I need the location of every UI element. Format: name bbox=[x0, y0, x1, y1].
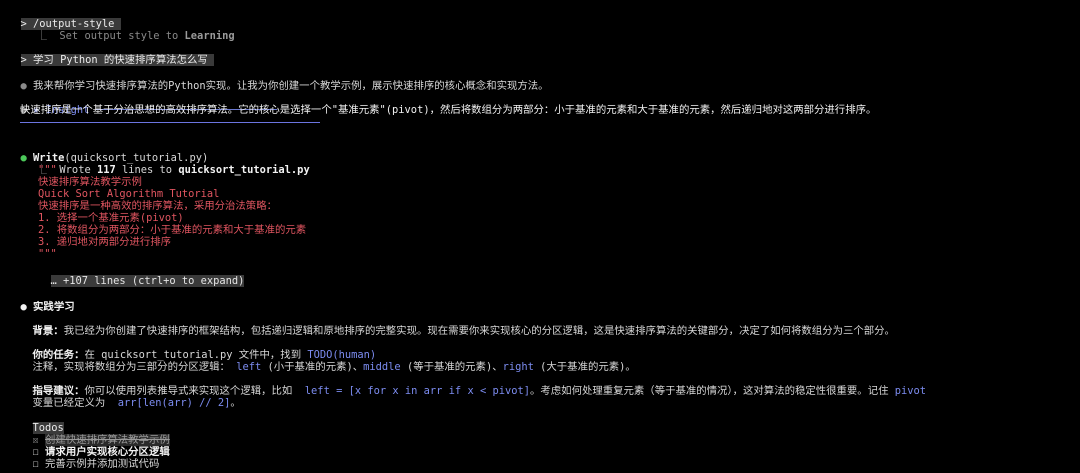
result-count: 117 bbox=[96, 164, 116, 176]
pivot-code: pivot bbox=[894, 385, 927, 397]
todo-item-pending: ☐ 完善示例并添加测试代码 bbox=[20, 446, 160, 470]
command-line-question: > 学习 Python 的快速排序算法怎么写 bbox=[8, 42, 215, 66]
hint-code: left = [x for x in arr if x < pivot] bbox=[304, 385, 531, 397]
command-text: 学习 Python 的快速排序算法怎么写 bbox=[33, 54, 208, 66]
bullet-icon: ● bbox=[20, 80, 27, 92]
todo-text: 完善示例并添加测试代码 bbox=[45, 458, 160, 470]
practice-hint-cont: 变量已经定义为 arr[len(arr) // 2]。 bbox=[20, 385, 241, 409]
practice-title: 实践学习 bbox=[33, 301, 75, 313]
background-text: 我已经为你创建了快速排序的框架结构，包括递归逻辑和原地排序的完整实现。现在需要你… bbox=[63, 325, 895, 337]
middle-code: middle bbox=[363, 361, 401, 373]
expand-hint-text[interactable]: … +107 lines (ctrl+o to expand) bbox=[50, 275, 245, 287]
code-line: """ bbox=[38, 164, 57, 176]
right-code: right bbox=[502, 361, 534, 373]
code-line: 快速排序是一种高效的排序算法，采用分治法策略： bbox=[38, 200, 277, 212]
code-line: 2. 将数组分为两部分：小于基准的元素和大于基准的元素 bbox=[38, 224, 307, 236]
prompt-marker: > bbox=[20, 54, 27, 66]
code-line: """ bbox=[38, 248, 57, 260]
result-text: Set output style to bbox=[59, 30, 179, 42]
insight-footer-rule bbox=[20, 122, 320, 123]
hint-text-c: 变量已经定义为 bbox=[32, 397, 106, 409]
practice-header: ● 实践学习 bbox=[8, 289, 75, 313]
write-tool-result: ⎿ Wrote 117 lines to quicksort_tutorial.… bbox=[24, 152, 310, 176]
left-desc: (小于基准的元素)、 bbox=[267, 361, 364, 373]
task-text-b: 注释，实现将数组分为三部分的分区逻辑： bbox=[32, 361, 230, 373]
practice-task-cont: 注释，实现将数组分为三部分的分区逻辑： left (小于基准的元素)、middl… bbox=[20, 349, 636, 373]
expand-hint[interactable]: … +107 lines (ctrl+o to expand) bbox=[38, 263, 245, 287]
code-line: Quick Sort Algorithm Tutorial bbox=[38, 188, 220, 200]
practice-background: 背景：我已经为你创建了快速排序的框架结构，包括递归逻辑和原地排序的完整实现。现在… bbox=[20, 313, 895, 337]
reply-text: 我来帮你学习快速排序算法的Python实现。让我为你创建一个教学示例，展示快速排… bbox=[33, 80, 549, 92]
result-a: Wrote bbox=[59, 164, 91, 176]
result-file: quicksort_tutorial.py bbox=[178, 164, 310, 176]
hint-text-d: 。 bbox=[230, 397, 241, 409]
result-branch-icon: ⎿ bbox=[36, 30, 47, 42]
code-line: 3. 递归地对两部分进行排序 bbox=[38, 236, 172, 248]
left-code: left bbox=[236, 361, 262, 373]
command-result: ⎿ Set output style to Learning bbox=[24, 18, 235, 42]
unchecked-box-icon: ☐ bbox=[32, 458, 39, 470]
assistant-reply: ● 我来帮你学习快速排序算法的Python实现。让我为你创建一个教学示例，展示快… bbox=[8, 68, 549, 92]
hint-code-2: arr[len(arr) // 2] bbox=[117, 397, 231, 409]
result-b: lines to bbox=[122, 164, 173, 176]
insight-body: 快速排序是一个基于分治思想的高效排序算法。它的核心是选择一个"基准元素"(piv… bbox=[20, 104, 877, 116]
code-line: 1. 选择一个基准元素(pivot) bbox=[38, 212, 184, 224]
result-value: Learning bbox=[184, 30, 235, 42]
middle-desc: (等于基准的元素)、 bbox=[406, 361, 503, 373]
right-desc: (大于基准的元素)。 bbox=[540, 361, 636, 373]
hint-text-b: 。考虑如何处理重复元素（等于基准的情况），这对算法的稳定性很重要。记住 bbox=[530, 385, 889, 397]
background-label: 背景： bbox=[32, 325, 64, 337]
bullet-icon: ● bbox=[20, 301, 27, 313]
code-line: 快速排序算法教学示例 bbox=[38, 176, 142, 188]
